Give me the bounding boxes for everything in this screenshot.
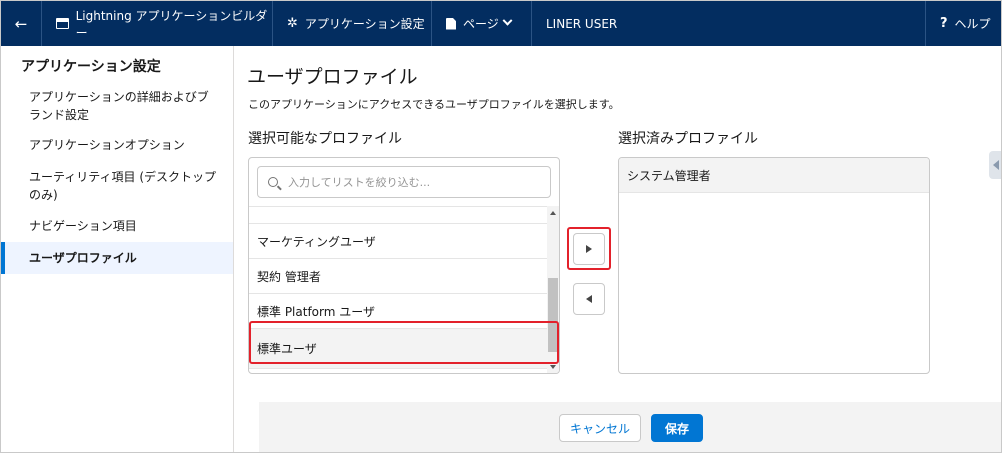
app-settings-button[interactable]: ✲ アプリケーション設定 xyxy=(273,1,432,46)
sidebar-item-user-profiles[interactable]: ユーザプロファイル xyxy=(1,242,233,274)
page-description: このアプリケーションにアクセスできるユーザプロファイルを選択します。 xyxy=(248,98,620,111)
cancel-button[interactable]: キャンセル xyxy=(559,414,641,442)
selected-profiles-listbox: システム管理者 xyxy=(618,157,930,374)
top-bar: ← Lightning アプリケーションビルダー ✲ アプリケーション設定 ペー… xyxy=(1,1,1001,46)
sidebar-title: アプリケーション設定 xyxy=(21,59,161,75)
chevron-down-icon xyxy=(502,15,513,26)
app-name: LINER USER xyxy=(532,1,732,46)
sidebar-item-app-options[interactable]: アプリケーションオプション xyxy=(1,136,233,154)
list-item[interactable]: マーケティングユーザ xyxy=(249,224,547,259)
question-icon: ? xyxy=(940,16,948,31)
app-settings-label: アプリケーション設定 xyxy=(304,17,425,31)
page-menu[interactable]: ページ xyxy=(432,1,532,46)
sidebar-item-utility-items[interactable]: ユーティリティ項目 (デスクトップのみ) xyxy=(1,168,233,204)
list-item[interactable]: 契約 管理者 xyxy=(249,259,547,294)
save-button[interactable]: 保存 xyxy=(651,414,703,442)
highlight-move-button xyxy=(567,227,611,270)
scroll-down-icon[interactable] xyxy=(550,365,556,369)
footer-bar: キャンセル 保存 xyxy=(259,402,1001,452)
settings-sidebar: アプリケーション設定 アプリケーションの詳細およびブランド設定 アプリケーション… xyxy=(1,46,234,452)
page-title: ユーザプロファイル xyxy=(247,66,418,88)
app-frame: ← Lightning アプリケーションビルダー ✲ アプリケーション設定 ペー… xyxy=(0,0,1002,453)
page-icon xyxy=(446,17,456,30)
highlight-selected-item xyxy=(249,321,559,364)
help-label: ヘルプ xyxy=(954,17,991,31)
page-menu-label: ページ xyxy=(463,17,499,31)
app-builder-title: Lightning アプリケーションビルダー xyxy=(42,1,273,46)
back-button[interactable]: ← xyxy=(1,1,42,46)
app-name-label: LINER USER xyxy=(546,16,618,31)
panel-collapse-tab[interactable] xyxy=(989,151,1001,179)
scroll-up-icon[interactable] xyxy=(550,211,556,215)
search-placeholder: 入力してリストを絞り込む... xyxy=(288,176,431,189)
app-builder-label: Lightning アプリケーションビルダー xyxy=(75,8,268,40)
available-profiles-label: 選択可能なプロファイル xyxy=(248,131,402,147)
caret-left-icon xyxy=(586,295,592,303)
gear-icon: ✲ xyxy=(287,16,298,31)
help-button[interactable]: ? ヘルプ xyxy=(925,1,1001,46)
search-icon xyxy=(268,177,278,187)
window-icon xyxy=(56,18,69,29)
arrow-left-icon: ← xyxy=(14,14,28,33)
list-item[interactable]: システム管理者 xyxy=(619,158,929,193)
main-content: ユーザプロファイル このアプリケーションにアクセスできるユーザプロファイルを選択… xyxy=(235,46,1001,452)
filter-search-input[interactable]: 入力してリストを絞り込む... xyxy=(257,166,551,198)
selected-profiles-label: 選択済みプロファイル xyxy=(618,131,758,147)
sidebar-item-details-branding[interactable]: アプリケーションの詳細およびブランド設定 xyxy=(1,88,233,124)
list-item-partial[interactable] xyxy=(249,207,547,224)
sidebar-item-navigation-items[interactable]: ナビゲーション項目 xyxy=(1,217,233,235)
move-to-available-button[interactable] xyxy=(573,283,605,315)
